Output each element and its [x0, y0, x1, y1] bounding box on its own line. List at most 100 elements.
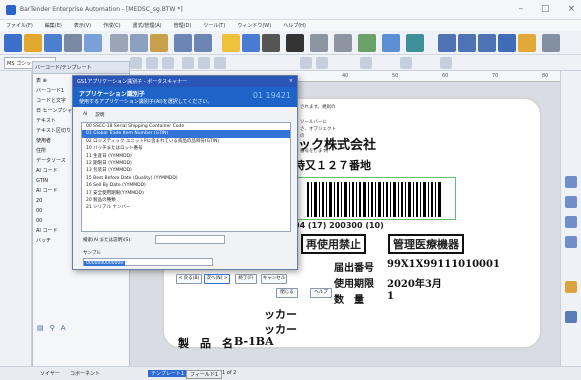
align-center-icon[interactable] — [198, 57, 210, 69]
picture-tool-icon[interactable] — [382, 34, 400, 52]
undo-icon[interactable] — [174, 34, 192, 52]
ai-list-item[interactable]: 10 バッチまたはロット番号 — [82, 145, 290, 152]
template-tab[interactable]: テンプレート1 — [148, 370, 188, 377]
save-icon[interactable] — [44, 34, 62, 52]
hint-line: 番号をします。 — [300, 149, 332, 154]
menu-tools[interactable]: ツール(T) — [203, 22, 225, 29]
filter-icon[interactable]: ⚲ — [50, 324, 55, 332]
align-bottom-icon[interactable] — [565, 216, 577, 228]
field-tab[interactable]: フィールド1 — [186, 370, 223, 379]
size-icon[interactable] — [565, 236, 577, 248]
menu-window[interactable]: ウィンドウ(W) — [237, 22, 271, 29]
ai-list-item[interactable]: 17 安全使用期限(YYMMDD) — [82, 190, 290, 197]
help-button[interactable]: ヘルプ — [310, 288, 332, 298]
status-tab-2[interactable]: コボーネント — [70, 370, 100, 377]
database-icon[interactable] — [406, 34, 424, 52]
maker-line-1[interactable]: ッカー — [264, 306, 297, 322]
redo-icon[interactable] — [194, 34, 212, 52]
finish-button[interactable]: 終了(F) — [235, 274, 257, 284]
quantity-value[interactable]: 1 — [387, 291, 394, 302]
status-tab-1[interactable]: ソイヤー — [40, 370, 60, 377]
close-icon[interactable]: × — [567, 4, 575, 14]
ai-list-item[interactable]: 00 SSCC-18 Serial Shipping Container Cod… — [82, 123, 290, 130]
print-icon[interactable] — [64, 34, 82, 52]
registration-label: 届出番号 — [334, 263, 374, 274]
ai-list-item[interactable]: 12 期限日 (YYMMDD) — [82, 160, 290, 167]
maximize-icon[interactable]: □ — [541, 4, 550, 14]
medical-device-badge[interactable]: 管理医療機器 — [388, 234, 464, 254]
open-folder-icon[interactable] — [24, 34, 42, 52]
hint-line: されます。規則の — [300, 105, 336, 110]
table-icon[interactable] — [542, 34, 560, 52]
menu-create[interactable]: 作成(C) — [103, 22, 120, 29]
close-button[interactable]: 閉じる — [276, 288, 298, 298]
ai-list-item[interactable]: 21 シリアル ナンバー — [82, 204, 290, 211]
underline-icon[interactable] — [162, 57, 174, 69]
layer-icon[interactable] — [565, 311, 577, 323]
ai-list-item[interactable]: 11 生産日 (YYMMDD) — [82, 153, 290, 160]
back-button[interactable]: < 戻る(B) — [176, 274, 202, 284]
ai-list-item[interactable]: 13 包装日 (YYMMDD) — [82, 167, 290, 174]
registration-number[interactable]: 99X1X99111010001 — [387, 259, 500, 270]
zoom-out-icon[interactable] — [458, 34, 476, 52]
menu-manage[interactable]: 管理(D) — [174, 22, 192, 29]
menu-format[interactable]: 書式/管理(A) — [133, 22, 162, 29]
copy-icon[interactable] — [130, 34, 148, 52]
next-button[interactable]: 次へ(N) > — [204, 274, 230, 284]
menu-edit[interactable]: 編集(E) — [45, 22, 62, 29]
ai-list[interactable]: 00 SSCC-18 Serial Shipping Container Cod… — [81, 122, 291, 232]
cancel-button[interactable]: キャンセル — [261, 274, 287, 284]
layout-icon[interactable] — [518, 34, 536, 52]
expiry-date[interactable]: 2020年3月 — [387, 275, 442, 290]
bold-icon[interactable] — [130, 57, 142, 69]
category-icon[interactable]: A — [61, 324, 66, 332]
align-middle-icon[interactable] — [565, 196, 577, 208]
grid-icon[interactable] — [498, 34, 516, 52]
line-tool-icon[interactable] — [334, 34, 352, 52]
pointer-icon[interactable] — [222, 34, 240, 52]
distribute-icon[interactable] — [300, 57, 312, 69]
hint-line: さ、オブジェクトの — [300, 127, 336, 139]
zoom-in-icon[interactable] — [438, 34, 456, 52]
align-top-icon[interactable] — [565, 176, 577, 188]
expiry-label: 使用期限 — [334, 279, 374, 290]
column-ai[interactable]: AI — [83, 112, 87, 118]
ai-list-item[interactable]: 15 Best Before Date (Quality) (YYMMDD) — [82, 175, 290, 182]
menu-view[interactable]: 表示(V) — [74, 22, 91, 29]
search-input[interactable] — [155, 235, 225, 244]
barcode-tool-icon[interactable] — [286, 34, 304, 52]
ai-list-item-selected[interactable]: 01 Global Trade Item Number (GTIN) — [82, 130, 290, 138]
text-cursor-icon[interactable] — [262, 34, 280, 52]
align-left-icon[interactable] — [182, 57, 194, 69]
menu-help[interactable]: ヘルプ(H) — [283, 22, 306, 29]
align-right-icon[interactable] — [214, 57, 226, 69]
no-reuse-badge[interactable]: 再使用禁止 — [301, 234, 366, 254]
quantity-label: 数 量 — [334, 295, 364, 306]
company-address[interactable]: 時又１２７番地 — [294, 157, 371, 173]
column-description[interactable]: 説明 — [95, 112, 104, 118]
new-document-icon[interactable] — [4, 34, 22, 52]
barcode-object[interactable] — [276, 177, 456, 220]
zoom-fit-icon[interactable] — [478, 34, 496, 52]
product-name-value[interactable]: B-1BA — [234, 335, 274, 348]
text-tool-icon[interactable] — [310, 34, 328, 52]
menu-file[interactable]: ファイル(F) — [6, 22, 33, 29]
sort-icon[interactable]: ▤ — [37, 324, 44, 332]
ai-list-item[interactable]: 02 ロジスティック ユニットPに含まれている商品の品目符(GTIN) — [82, 138, 290, 145]
dialog-close-icon[interactable]: × — [289, 78, 293, 85]
sample-field[interactable]: 0000000000000 — [83, 258, 213, 266]
paste-icon[interactable] — [150, 34, 168, 52]
group-icon[interactable] — [440, 57, 452, 69]
minimize-icon[interactable]: – — [518, 4, 523, 14]
ai-list-item[interactable]: 16 Sell By Date (YYMMDD) — [82, 182, 290, 189]
justify-icon[interactable] — [316, 57, 328, 69]
rotate-icon[interactable] — [565, 281, 577, 293]
cut-icon[interactable] — [110, 34, 128, 52]
italic-icon[interactable] — [146, 57, 158, 69]
shape-tool-icon[interactable] — [358, 34, 376, 52]
ai-list-item[interactable]: 20 製品の種類 — [82, 197, 290, 204]
print-preview-icon[interactable] — [84, 34, 102, 52]
select-icon[interactable] — [242, 34, 260, 52]
line-style-icon[interactable] — [360, 57, 372, 69]
arrange-icon[interactable] — [400, 57, 412, 69]
